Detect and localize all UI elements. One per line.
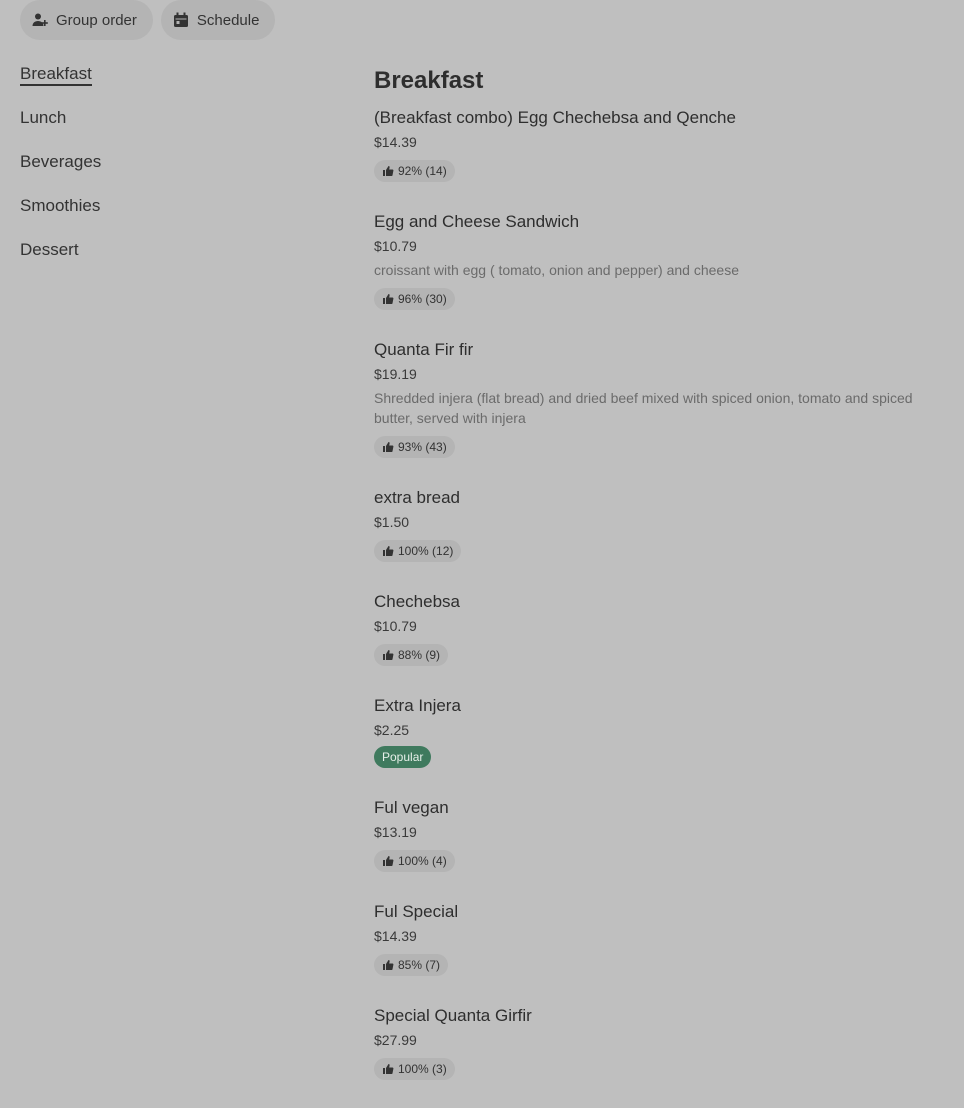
- thumbs-up-icon: [383, 546, 394, 556]
- menu-item[interactable]: Ful Special $14.39 85% (7): [374, 900, 944, 976]
- item-description: croissant with egg ( tomato, onion and p…: [374, 262, 740, 278]
- sidebar-item-label: Beverages: [20, 152, 102, 171]
- menu-item[interactable]: Ful vegan $13.19 100% (4): [374, 796, 944, 872]
- thumbs-up-icon: [383, 960, 394, 970]
- rating-badge: 100% (12): [374, 540, 462, 562]
- rating-text: 100% (12): [398, 544, 454, 558]
- section-title: Breakfast: [374, 67, 484, 94]
- rating-text: 85% (7): [398, 958, 441, 972]
- item-price: $10.79: [374, 238, 417, 254]
- sidebar-item-smoothies[interactable]: Smoothies: [20, 194, 320, 238]
- sidebar-item-lunch[interactable]: Lunch: [20, 106, 320, 150]
- item-name: Extra Injera: [374, 696, 461, 715]
- item-name: (Breakfast combo) Egg Chechebsa and Qenc…: [374, 108, 736, 127]
- item-name: Quanta Fir fir: [374, 340, 474, 359]
- rating-badge: 100% (4): [374, 850, 455, 872]
- rating-text: 88% (9): [398, 648, 441, 662]
- menu-item[interactable]: Extra Injera $2.25 Popular: [374, 694, 944, 768]
- rating-text: 96% (30): [398, 292, 447, 306]
- sidebar-item-breakfast[interactable]: Breakfast: [20, 62, 320, 106]
- item-price: $13.19: [374, 824, 417, 840]
- schedule-label: Schedule: [196, 11, 260, 29]
- sidebar-item-label: Lunch: [20, 108, 67, 127]
- sidebar-item-label: Breakfast: [20, 64, 92, 86]
- item-price: $19.19: [374, 366, 417, 382]
- sidebar-item-label: Smoothies: [20, 196, 101, 215]
- rating-text: 100% (3): [398, 1062, 447, 1076]
- item-name: Chechebsa: [374, 592, 461, 611]
- menu-item[interactable]: extra bread $1.50 100% (12): [374, 486, 944, 562]
- top-actions: Group order Schedule: [20, 0, 276, 40]
- item-price: $2.25: [374, 722, 410, 738]
- item-price: $14.39: [374, 134, 417, 150]
- thumbs-up-icon: [383, 1064, 394, 1074]
- rating-badge: 88% (9): [374, 644, 449, 666]
- item-name: Special Quanta Girfir: [374, 1006, 532, 1025]
- item-description: Shredded injera (flat bread) and dried b…: [374, 390, 913, 426]
- item-price: $10.79: [374, 618, 417, 634]
- menu-item[interactable]: Quanta Fir fir $19.19 Shredded injera (f…: [374, 338, 944, 458]
- item-name: Ful vegan: [374, 798, 449, 817]
- sidebar-item-beverages[interactable]: Beverages: [20, 150, 320, 194]
- group-order-label: Group order: [56, 11, 137, 29]
- category-sidebar: Breakfast Lunch Beverages Smoothies Dess…: [20, 62, 320, 282]
- add-person-icon: [32, 12, 48, 28]
- calendar-icon: [173, 12, 189, 28]
- menu-item[interactable]: Special Quanta Girfir $27.99 100% (3): [374, 1004, 944, 1080]
- thumbs-up-icon: [383, 442, 394, 452]
- item-name: extra bread: [374, 488, 460, 507]
- item-price: $14.39: [374, 928, 417, 944]
- group-order-button[interactable]: Group order: [20, 0, 153, 40]
- menu-item[interactable]: Chechebsa $10.79 88% (9): [374, 590, 944, 666]
- rating-text: 92% (14): [398, 164, 447, 178]
- rating-badge: 93% (43): [374, 436, 455, 458]
- rating-badge: 85% (7): [374, 954, 449, 976]
- rating-badge: 100% (3): [374, 1058, 455, 1080]
- item-name: Ful Special: [374, 902, 459, 921]
- item-price: $1.50: [374, 514, 410, 530]
- item-price: $27.99: [374, 1032, 417, 1048]
- sidebar-item-dessert[interactable]: Dessert: [20, 238, 320, 282]
- rating-text: 93% (43): [398, 440, 447, 454]
- menu-item[interactable]: (Breakfast combo) Egg Chechebsa and Qenc…: [374, 106, 944, 182]
- rating-badge: 96% (30): [374, 288, 455, 310]
- thumbs-up-icon: [383, 166, 394, 176]
- menu-section: Breakfast (Breakfast combo) Egg Chechebs…: [374, 64, 944, 1108]
- thumbs-up-icon: [383, 856, 394, 866]
- thumbs-up-icon: [383, 294, 394, 304]
- rating-text: 100% (4): [398, 854, 447, 868]
- sidebar-item-label: Dessert: [20, 240, 79, 259]
- item-name: Egg and Cheese Sandwich: [374, 212, 580, 231]
- rating-badge: 92% (14): [374, 160, 455, 182]
- schedule-button[interactable]: Schedule: [160, 0, 276, 40]
- thumbs-up-icon: [383, 650, 394, 660]
- menu-item[interactable]: Egg and Cheese Sandwich $10.79 croissant…: [374, 210, 944, 310]
- popular-badge: Popular: [374, 746, 432, 768]
